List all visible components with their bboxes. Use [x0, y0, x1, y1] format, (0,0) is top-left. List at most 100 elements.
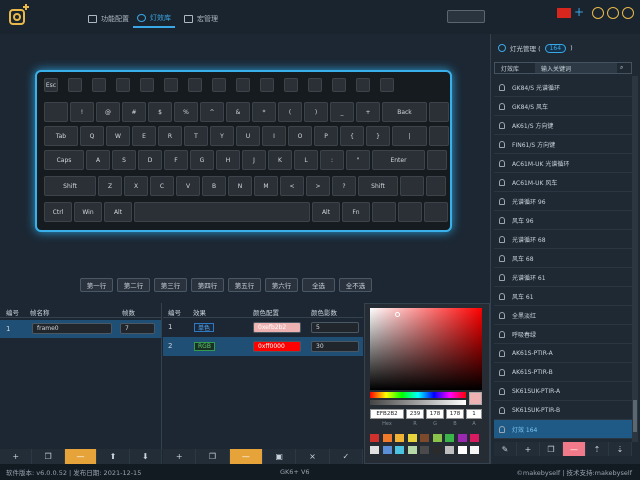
keyboard-key[interactable]: V	[176, 176, 200, 196]
keyboard-key[interactable]: Q	[80, 126, 104, 146]
color-count-input[interactable]: 30	[311, 341, 359, 352]
lighting-list-item[interactable]: 光谱循环 61	[494, 268, 632, 287]
row-select-button[interactable]: 第五行	[228, 278, 261, 292]
row-select-button[interactable]: 全不选	[339, 278, 372, 292]
green-input[interactable]: 178	[426, 409, 444, 419]
row-select-button[interactable]: 全选	[302, 278, 335, 292]
keyboard-key[interactable]	[134, 202, 310, 222]
frame-count-input[interactable]: 7	[120, 323, 155, 334]
blue-input[interactable]: 178	[446, 409, 464, 419]
keyboard-key[interactable]	[212, 78, 226, 92]
add-icon[interactable]: +	[574, 5, 584, 19]
lighting-list-item[interactable]: AC61M-UK 光谱循环	[494, 154, 632, 173]
color-swatch[interactable]	[407, 446, 417, 454]
keyboard-key[interactable]: H	[216, 150, 240, 170]
row-select-button[interactable]: 第四行	[191, 278, 224, 292]
keyboard-key[interactable]: <	[280, 176, 304, 196]
close-icon[interactable]	[622, 7, 634, 19]
lighting-list-item[interactable]: AK61/S 方向键	[494, 116, 632, 135]
keyboard-key[interactable]	[44, 102, 68, 122]
keyboard-key[interactable]: )	[304, 102, 328, 122]
move-up-button[interactable]: ⬆	[97, 449, 130, 464]
keyboard-key[interactable]: S	[112, 150, 136, 170]
keyboard-key[interactable]: ^	[200, 102, 224, 122]
keyboard-key[interactable]: Fn	[342, 202, 370, 222]
keyboard-key[interactable]	[236, 78, 250, 92]
keyboard-key[interactable]	[372, 202, 396, 222]
clear-effect-button[interactable]: ×	[296, 449, 330, 464]
delete-effect-button[interactable]: —	[229, 449, 263, 464]
table-row[interactable]: 1 单色 0xefb2b2 5	[163, 318, 363, 337]
lighting-list-item[interactable]: 光谱循环 68	[494, 230, 632, 249]
keyboard-key[interactable]: N	[228, 176, 252, 196]
device-keyboard-icon[interactable]	[447, 10, 485, 23]
keyboard-key[interactable]: ?	[332, 176, 356, 196]
keyboard-key[interactable]: %	[174, 102, 198, 122]
keyboard-key[interactable]: +	[356, 102, 380, 122]
keyboard-key[interactable]: B	[202, 176, 226, 196]
lighting-list-item[interactable]: SK61SUK-PTIR-B	[494, 401, 632, 420]
keyboard-key[interactable]: Shift	[44, 176, 96, 196]
keyboard-key[interactable]: T	[184, 126, 208, 146]
red-input[interactable]: 239	[406, 409, 424, 419]
keyboard-key[interactable]: >	[306, 176, 330, 196]
tab-lighting-library[interactable]: 灯效库	[495, 63, 535, 73]
keyboard-key[interactable]: @	[96, 102, 120, 122]
color-swatch[interactable]	[395, 434, 404, 442]
move-down-button[interactable]: ⬇	[129, 449, 163, 464]
lighting-list-item[interactable]: AC61M-UK 风车	[494, 173, 632, 192]
minimize-icon[interactable]	[607, 7, 619, 19]
keyboard-key[interactable]: Ctrl	[44, 202, 72, 222]
lighting-list-item[interactable]: GK84/S 风车	[494, 97, 632, 116]
keyboard-key[interactable]	[424, 202, 448, 222]
table-row[interactable]: 2 RGB 0xff0000 30	[163, 337, 363, 356]
keyboard-key[interactable]	[429, 102, 449, 122]
color-swatch[interactable]	[420, 434, 429, 442]
keyboard-key[interactable]: L	[294, 150, 318, 170]
color-value-field[interactable]: 0xefb2b2	[253, 322, 301, 333]
add-frame-button[interactable]: +	[0, 449, 33, 464]
tab-macro-manager[interactable]: 宏管理	[180, 10, 222, 28]
keyboard-key[interactable]	[308, 78, 322, 92]
row-select-button[interactable]: 第二行	[117, 278, 150, 292]
keyboard-key[interactable]: $	[148, 102, 172, 122]
color-swatch[interactable]	[457, 434, 467, 442]
keyboard-key[interactable]	[400, 176, 424, 196]
color-swatch[interactable]	[420, 446, 429, 454]
keyboard-key[interactable]: #	[122, 102, 146, 122]
color-swatch[interactable]	[382, 446, 392, 454]
edit-lighting-button[interactable]: ✎	[494, 442, 517, 456]
help-icon[interactable]	[592, 7, 604, 19]
search-input[interactable]: 输入关键词	[535, 63, 617, 73]
keyboard-key[interactable]	[116, 78, 130, 92]
keyboard-key[interactable]: Y	[210, 126, 234, 146]
color-swatch[interactable]	[370, 434, 379, 442]
keyboard-key[interactable]: :	[320, 150, 344, 170]
alpha-input[interactable]: 1	[466, 409, 482, 419]
lighting-list-item[interactable]: FIN61/S 方向键	[494, 135, 632, 154]
copy-frame-button[interactable]: ❐	[32, 449, 65, 464]
copy-lighting-button[interactable]: ❐	[540, 442, 563, 456]
keyboard-key[interactable]	[164, 78, 178, 92]
keyboard-key[interactable]: K	[268, 150, 292, 170]
alpha-slider[interactable]	[370, 400, 466, 405]
color-swatch[interactable]	[445, 446, 454, 454]
color-swatch[interactable]	[457, 446, 467, 454]
keyboard-key[interactable]: Esc	[44, 78, 58, 92]
scrollbar-thumb[interactable]	[633, 400, 637, 432]
color-swatch[interactable]	[470, 446, 479, 454]
keyboard-key[interactable]: A	[86, 150, 110, 170]
keyboard-key[interactable]	[398, 202, 422, 222]
keyboard-key[interactable]	[356, 78, 370, 92]
color-swatch[interactable]	[382, 434, 392, 442]
import-lighting-button[interactable]: ⇡	[586, 442, 609, 456]
keyboard-key[interactable]: }	[366, 126, 390, 146]
keyboard-key[interactable]	[188, 78, 202, 92]
keyboard-key[interactable]	[260, 78, 274, 92]
row-select-button[interactable]: 第一行	[80, 278, 113, 292]
keyboard-key[interactable]: Win	[74, 202, 102, 222]
keyboard-key[interactable]	[429, 126, 449, 146]
color-swatch[interactable]	[407, 434, 417, 442]
lighting-list-item[interactable]: 光谱循环 96	[494, 192, 632, 211]
keyboard-key[interactable]: Tab	[44, 126, 78, 146]
